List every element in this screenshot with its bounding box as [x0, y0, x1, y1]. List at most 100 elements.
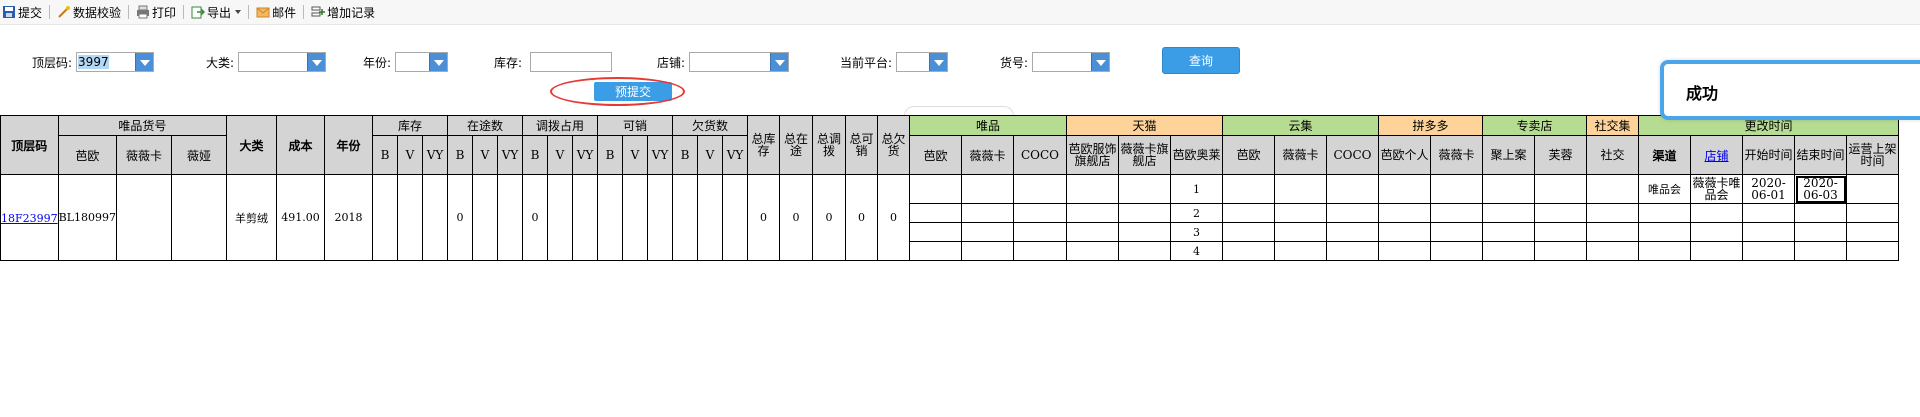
- submit-button[interactable]: 提交: [0, 2, 44, 22]
- cell-input[interactable]: [1846, 222, 1900, 242]
- top-code-value[interactable]: 3997: [77, 53, 135, 71]
- year-combo[interactable]: [395, 52, 449, 72]
- platform-value[interactable]: [897, 53, 929, 71]
- cell-input[interactable]: [1066, 174, 1120, 204]
- cell-input[interactable]: [1482, 222, 1536, 242]
- cell-ops-listing-time[interactable]: [1846, 174, 1900, 204]
- chevron-down-icon[interactable]: [135, 53, 154, 71]
- cell-input[interactable]: [1586, 222, 1640, 242]
- cell-input[interactable]: [1118, 203, 1172, 223]
- top-code-combo[interactable]: 3997: [76, 52, 155, 72]
- cell-shop[interactable]: 薇薇卡唯品会: [1690, 174, 1744, 204]
- cell-input[interactable]: [1222, 241, 1276, 261]
- item-no-value[interactable]: [1033, 53, 1091, 71]
- cell-top-code[interactable]: 18F23997: [0, 174, 59, 261]
- cell-input[interactable]: [1586, 241, 1640, 261]
- cell-input[interactable]: [909, 203, 963, 223]
- shop-sort-link[interactable]: 店铺: [1705, 149, 1729, 163]
- cell-input[interactable]: [1586, 203, 1640, 223]
- chevron-down-icon[interactable]: [770, 53, 789, 71]
- cell-input[interactable]: [1482, 174, 1536, 204]
- cell-input[interactable]: [1534, 174, 1588, 204]
- item-no-combo[interactable]: [1032, 52, 1111, 72]
- cell-start-time[interactable]: 2020-06-01: [1742, 174, 1796, 204]
- chevron-down-icon[interactable]: [1091, 53, 1110, 71]
- cell-input[interactable]: [1222, 222, 1276, 242]
- stock-input[interactable]: [530, 52, 613, 72]
- platform-combo[interactable]: [896, 52, 949, 72]
- cell-input[interactable]: [1690, 203, 1744, 223]
- chevron-down-icon[interactable]: [307, 53, 326, 71]
- cell-input[interactable]: [1274, 203, 1328, 223]
- cell-input[interactable]: [1378, 222, 1432, 242]
- cell-input[interactable]: [1430, 222, 1484, 242]
- cell-input[interactable]: [1534, 222, 1588, 242]
- cell-input[interactable]: [1013, 174, 1068, 204]
- cell-input[interactable]: [1326, 203, 1380, 223]
- cell-input[interactable]: [961, 174, 1015, 204]
- chevron-down-icon[interactable]: [929, 53, 948, 71]
- cell-input[interactable]: [1794, 241, 1848, 261]
- cell-input[interactable]: [1378, 174, 1432, 204]
- cell-input[interactable]: [1326, 174, 1380, 204]
- cell-input[interactable]: [909, 241, 963, 261]
- validate-button[interactable]: 数据校验: [55, 2, 123, 22]
- cell-input[interactable]: [1742, 203, 1796, 223]
- print-button[interactable]: 打印: [134, 2, 178, 22]
- cell-input[interactable]: [1274, 222, 1328, 242]
- query-button[interactable]: 查询: [1162, 47, 1240, 74]
- cell-input[interactable]: [1013, 203, 1068, 223]
- cell-input[interactable]: [909, 174, 963, 204]
- cell-input[interactable]: [1013, 241, 1068, 261]
- cell-input[interactable]: [1274, 241, 1328, 261]
- cell-input[interactable]: [1846, 241, 1900, 261]
- shop-combo[interactable]: [689, 52, 790, 72]
- cell-input[interactable]: [961, 241, 1015, 261]
- category-value[interactable]: [239, 53, 307, 71]
- cell-input[interactable]: [1794, 203, 1848, 223]
- cell-input[interactable]: [1430, 174, 1484, 204]
- year-value[interactable]: [396, 53, 429, 71]
- top-code-link[interactable]: 18F23997: [1, 212, 57, 225]
- cell-input[interactable]: [1118, 241, 1172, 261]
- cell-input[interactable]: [1742, 241, 1796, 261]
- cell-input[interactable]: [1638, 241, 1692, 261]
- cell-input[interactable]: [1326, 241, 1380, 261]
- category-combo[interactable]: [238, 52, 327, 72]
- cell-input[interactable]: [1534, 203, 1588, 223]
- pre-submit-button[interactable]: 预提交: [594, 82, 672, 101]
- cell-input[interactable]: [1430, 203, 1484, 223]
- chevron-down-icon[interactable]: [429, 53, 448, 71]
- shop-value[interactable]: [690, 53, 770, 71]
- cell-input[interactable]: [1118, 222, 1172, 242]
- cell-input[interactable]: [1638, 203, 1692, 223]
- cell-input[interactable]: [1118, 174, 1172, 204]
- cell-input[interactable]: [1430, 241, 1484, 261]
- cell-input[interactable]: [961, 222, 1015, 242]
- cell-channel[interactable]: 唯品会: [1638, 174, 1692, 204]
- cell-input[interactable]: [1638, 222, 1692, 242]
- export-button[interactable]: 导出: [189, 2, 243, 22]
- mail-button[interactable]: 邮件: [254, 2, 298, 22]
- cell-input[interactable]: [1846, 203, 1900, 223]
- cell-input[interactable]: [1274, 174, 1328, 204]
- cell-input[interactable]: [1794, 222, 1848, 242]
- cell-input[interactable]: [1482, 203, 1536, 223]
- cell-input[interactable]: [1690, 241, 1744, 261]
- cell-input[interactable]: [1066, 203, 1120, 223]
- cell-input[interactable]: [1378, 241, 1432, 261]
- cell-input[interactable]: [1066, 241, 1120, 261]
- cell-input[interactable]: [1690, 222, 1744, 242]
- cell-input[interactable]: [961, 203, 1015, 223]
- cell-input[interactable]: [1326, 222, 1380, 242]
- th-shop[interactable]: 店铺: [1690, 135, 1744, 175]
- cell-input[interactable]: [1482, 241, 1536, 261]
- cell-input[interactable]: [1586, 174, 1640, 204]
- cell-input[interactable]: [1222, 174, 1276, 204]
- cell-input[interactable]: [1013, 222, 1068, 242]
- cell-input[interactable]: [1222, 203, 1276, 223]
- cell-input[interactable]: [1742, 222, 1796, 242]
- cell-input[interactable]: [1534, 241, 1588, 261]
- cell-input[interactable]: [1066, 222, 1120, 242]
- cell-input[interactable]: [1378, 203, 1432, 223]
